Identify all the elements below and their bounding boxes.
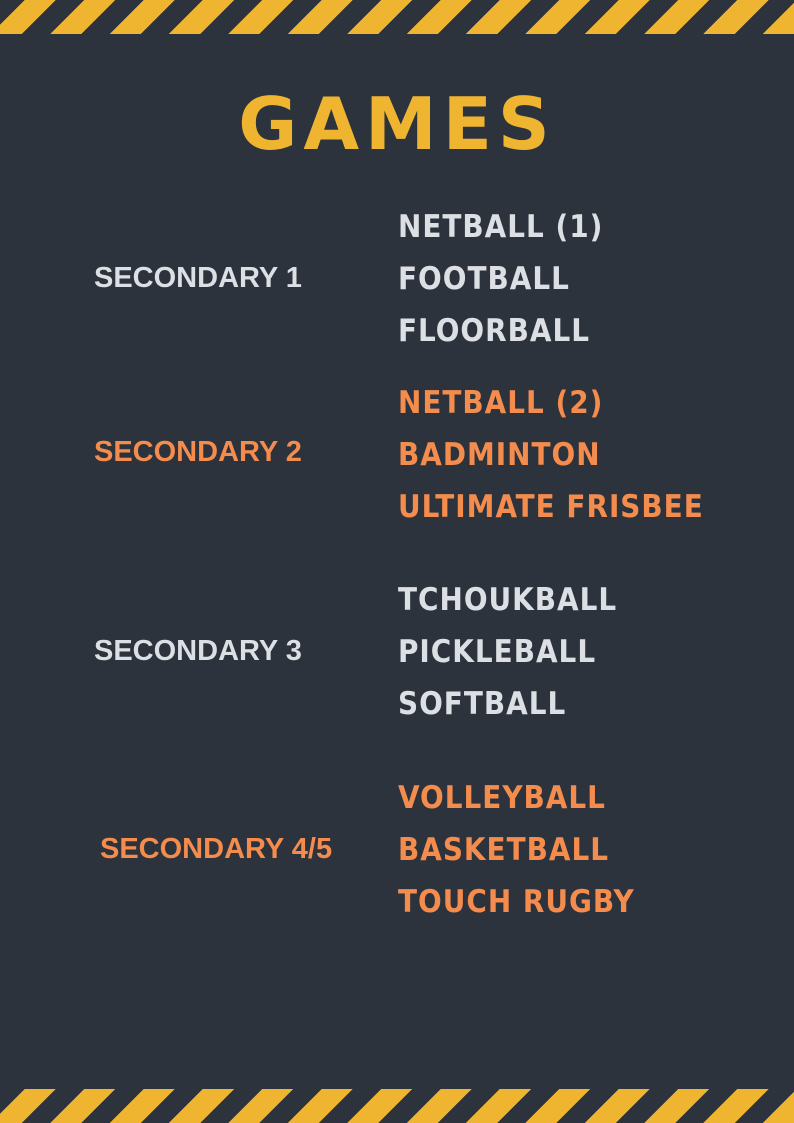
group-label: SECONDARY 4/5	[100, 833, 333, 865]
sport-list: NETBALL (1) FOOTBALL FLOORBALL	[398, 201, 603, 357]
page-title: GAMES	[238, 82, 556, 166]
sport-item: NETBALL (1)	[398, 209, 604, 245]
sport-item: FOOTBALL	[398, 261, 570, 297]
hazard-stripe-bottom	[0, 1089, 794, 1123]
group-label: SECONDARY 2	[94, 436, 302, 468]
hazard-stripe-top	[0, 0, 794, 34]
sport-item: FLOORBALL	[398, 313, 590, 349]
sport-item: PICKLEBALL	[398, 634, 597, 670]
sport-list: NETBALL (2) BADMINTON ULTIMATE FRISBEE	[398, 377, 704, 533]
group-label: SECONDARY 3	[94, 635, 302, 667]
sport-item: VOLLEYBALL	[398, 780, 606, 816]
sport-item: BADMINTON	[398, 437, 601, 473]
sport-item: BASKETBALL	[398, 832, 610, 868]
sport-list: TCHOUKBALL PICKLEBALL SOFTBALL	[398, 574, 617, 730]
group-label: SECONDARY 1	[94, 262, 302, 294]
sport-item: ULTIMATE FRISBEE	[398, 489, 704, 525]
sport-item: NETBALL (2)	[398, 385, 604, 421]
sport-item: TOUCH RUGBY	[398, 884, 635, 920]
sport-list: VOLLEYBALL BASKETBALL TOUCH RUGBY	[398, 772, 635, 928]
sport-item: TCHOUKBALL	[398, 582, 618, 618]
sport-item: SOFTBALL	[398, 686, 567, 722]
